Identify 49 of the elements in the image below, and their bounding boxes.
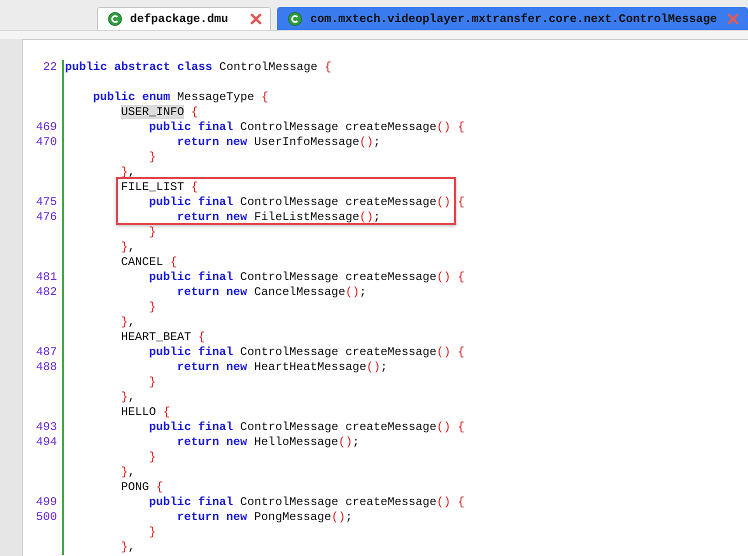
code-line: return new HelloMessage(); [177, 435, 360, 449]
code-line: PONG { [121, 480, 164, 494]
code-line: FILE_LIST { [121, 180, 198, 194]
code-line: public final ControlMessage createMessage() { [149, 270, 465, 284]
line-number: 493 [36, 420, 57, 434]
code-line: public final ControlMessage createMessage() { [149, 345, 465, 359]
code-line: HELLO { [121, 405, 170, 419]
code-line: return new FileListMessage(); [177, 210, 380, 224]
line-number: 494 [36, 435, 57, 449]
code-line: } [149, 375, 156, 389]
code-line: } [149, 225, 156, 239]
editor-tab[interactable]: defpackage.dmu [97, 7, 272, 30]
code-line: } [149, 525, 156, 539]
code-line: }, [121, 315, 136, 329]
line-number: 22 [42, 60, 57, 74]
line-number: 475 [36, 195, 57, 209]
line-number: 470 [36, 135, 57, 149]
code-line: }, [121, 240, 136, 254]
line-number: 476 [36, 210, 57, 224]
code-line: public enum MessageType { [93, 90, 268, 104]
code-line: public final ControlMessage createMessage() { [149, 420, 465, 434]
code-line: return new UserInfoMessage(); [177, 135, 380, 149]
line-number: 481 [36, 270, 57, 284]
line-number: 482 [36, 285, 57, 299]
line-number: 500 [36, 510, 57, 524]
code-line: } [149, 450, 156, 464]
code-line: public final ControlMessage createMessage() { [149, 120, 465, 134]
code-line: }, [121, 465, 136, 479]
line-number: 487 [36, 345, 57, 359]
class-icon [288, 12, 302, 26]
line-number: 469 [36, 120, 57, 134]
line-number: 488 [36, 360, 57, 374]
code-line: public final ControlMessage createMessage() { [149, 195, 465, 209]
code-line: }, [121, 390, 136, 404]
code-line: HEART_BEAT { [121, 330, 206, 344]
class-icon [108, 12, 122, 26]
code-line: public abstract class ControlMessage { [65, 60, 332, 74]
code-line: USER_INFO { [121, 105, 198, 119]
code-line: } [149, 150, 156, 164]
code-line: public final ControlMessage createMessage() { [149, 495, 465, 509]
code-line: CANCEL { [121, 255, 178, 269]
code-line: return new PongMessage(); [177, 510, 352, 524]
code-line: return new CancelMessage(); [177, 285, 366, 299]
line-number: 499 [36, 495, 57, 509]
close-icon[interactable] [250, 13, 262, 25]
editor-tab[interactable]: com.mxtech.videoplayer.mxtransfer.core.next.ControlMessage [277, 7, 748, 30]
code-line: } [149, 300, 156, 314]
code-line: }, [121, 540, 136, 554]
code-line: return new HeartHeatMessage(); [177, 360, 388, 374]
